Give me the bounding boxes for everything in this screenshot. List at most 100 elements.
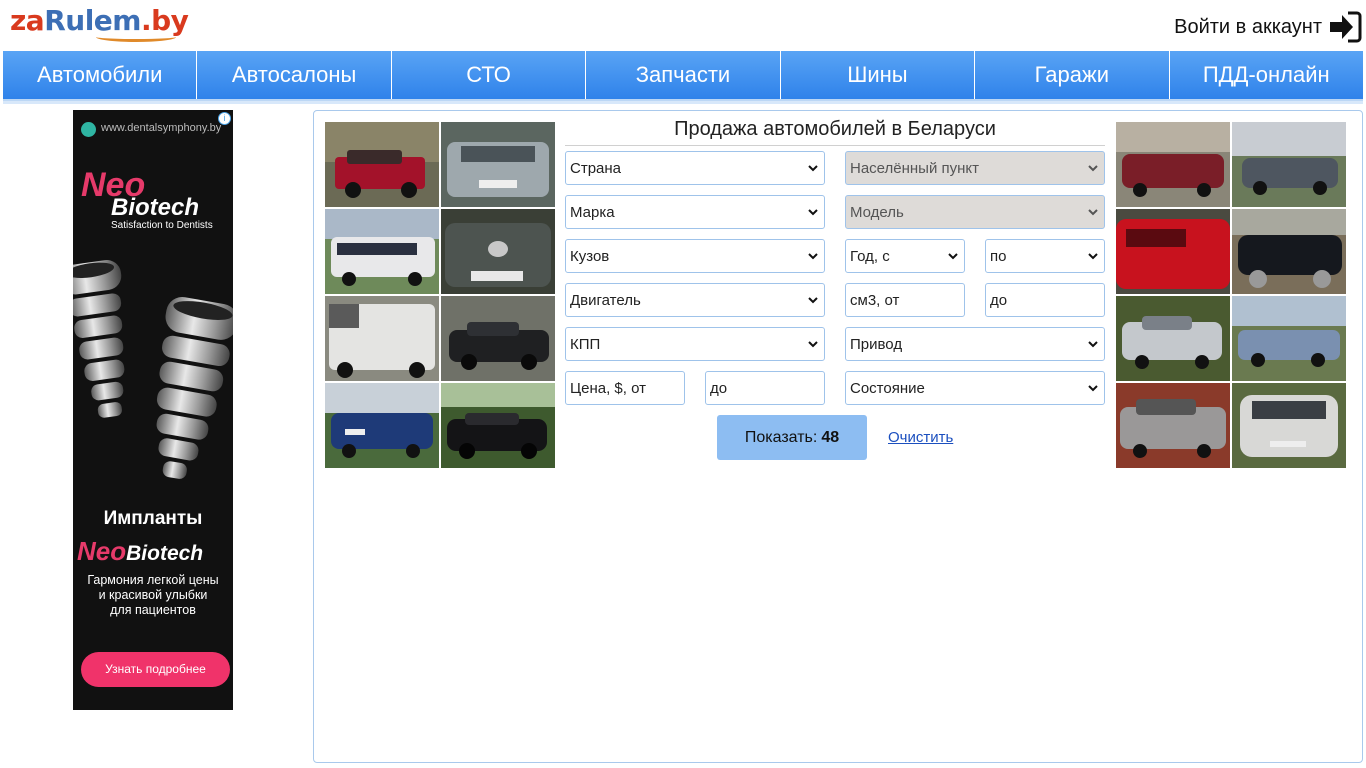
car-photo-icon	[441, 296, 555, 381]
nav-item-service[interactable]: СТО	[392, 51, 587, 99]
car-thumbnail[interactable]	[325, 122, 439, 207]
car-photo-icon	[325, 122, 439, 207]
clear-filters-link[interactable]: Очистить	[888, 429, 953, 446]
year-to-select[interactable]: по	[985, 239, 1105, 273]
car-thumbnail[interactable]	[325, 296, 439, 381]
car-photo-icon	[325, 209, 439, 294]
drive-select[interactable]: Привод	[845, 327, 1105, 361]
car-thumbnail[interactable]	[1116, 209, 1230, 294]
nav-item-traffic-rules[interactable]: ПДД-онлайн	[1170, 51, 1363, 99]
car-thumbnail[interactable]	[1232, 122, 1346, 207]
engine-cc-from-input[interactable]: см3, от	[845, 283, 965, 317]
car-thumbnail[interactable]	[441, 383, 555, 468]
car-thumbnail[interactable]	[1232, 296, 1346, 381]
car-thumbnail[interactable]	[325, 209, 439, 294]
car-photo-icon	[1232, 296, 1346, 381]
chevron-down-icon	[808, 296, 818, 303]
condition-select[interactable]: Состояние	[845, 371, 1105, 405]
main-nav: Автомобили Автосалоны СТО Запчасти Шины …	[3, 51, 1363, 101]
ad-tagline: Satisfaction to Dentists	[111, 220, 213, 231]
show-results-count: 48	[821, 428, 840, 446]
chevron-down-icon	[808, 208, 818, 215]
ad-brand2-biotech: Biotech	[126, 542, 204, 565]
car-thumbnail[interactable]	[1232, 209, 1346, 294]
chevron-down-icon	[808, 252, 818, 259]
country-select-value: Страна	[570, 159, 622, 177]
ad-banner[interactable]: www.dentalsymphony.by i Neo Biotech Sati…	[73, 110, 233, 710]
nav-item-tires[interactable]: Шины	[781, 51, 976, 99]
year-from-select[interactable]: Год, с	[845, 239, 965, 273]
nav-item-garages[interactable]: Гаражи	[975, 51, 1170, 99]
nav-item-dealers[interactable]: Автосалоны	[197, 51, 392, 99]
show-results-button[interactable]: Показать: 48	[717, 415, 867, 460]
login-link[interactable]: Войти в аккаунт	[1174, 10, 1362, 44]
brand-select[interactable]: Марка	[565, 195, 825, 229]
nav-item-cars[interactable]: Автомобили	[3, 51, 198, 99]
chevron-down-icon	[1088, 384, 1098, 391]
car-thumbnail[interactable]	[441, 296, 555, 381]
car-thumbnails-left	[325, 122, 555, 468]
car-photo-icon	[441, 209, 555, 294]
engine-cc-from-placeholder: см3, от	[850, 291, 900, 309]
drive-select-value: Привод	[850, 335, 903, 353]
car-photo-icon	[1232, 122, 1346, 207]
ad-info-icon[interactable]: i	[218, 112, 231, 125]
car-thumbnails-right	[1116, 122, 1346, 468]
ad-brand-second: NeoBiotech	[77, 536, 203, 567]
chevron-down-icon	[1088, 208, 1098, 215]
chevron-down-icon	[808, 164, 818, 171]
engine-cc-to-placeholder: до	[990, 291, 1008, 309]
ad-title: Импланты	[103, 508, 203, 529]
ad-description: Гармония легкой цены и красивой улыбки д…	[73, 573, 233, 618]
model-select-value: Модель	[850, 203, 904, 221]
chevron-down-icon	[1088, 164, 1098, 171]
car-thumbnail[interactable]	[441, 122, 555, 207]
nav-item-parts[interactable]: Запчасти	[586, 51, 781, 99]
engine-cc-to-input[interactable]: до	[985, 283, 1105, 317]
chevron-down-icon	[1088, 252, 1098, 259]
sign-in-icon	[1330, 11, 1362, 43]
car-photo-icon	[325, 296, 439, 381]
car-thumbnail[interactable]	[441, 209, 555, 294]
year-to-select-value: по	[990, 247, 1007, 265]
ad-brand2-neo: Neo	[77, 536, 127, 566]
price-to-input[interactable]: до	[705, 371, 825, 405]
chevron-down-icon	[1088, 340, 1098, 347]
ad-desc-line3: для пациентов	[110, 603, 196, 617]
price-from-input[interactable]: Цена, $, от	[565, 371, 685, 405]
car-thumbnail[interactable]	[325, 383, 439, 468]
engine-select-value: Двигатель	[570, 291, 641, 309]
car-thumbnail[interactable]	[1116, 122, 1230, 207]
car-photo-icon	[1116, 296, 1230, 381]
car-photo-icon	[325, 383, 439, 468]
ad-learn-more-button[interactable]: Узнать подробнее	[81, 652, 230, 687]
car-photo-icon	[1232, 383, 1346, 468]
car-thumbnail[interactable]	[1116, 296, 1230, 381]
login-label: Войти в аккаунт	[1174, 15, 1322, 38]
body-type-select[interactable]: Кузов	[565, 239, 825, 273]
ad-brand-biotech: Biotech	[111, 194, 200, 221]
body-type-select-value: Кузов	[570, 247, 610, 265]
ad-desc-line2: и красивой улыбки	[98, 588, 208, 602]
price-to-placeholder: до	[710, 379, 728, 397]
condition-select-value: Состояние	[850, 379, 925, 397]
year-from-select-value: Год, с	[850, 247, 890, 265]
model-select[interactable]: Модель	[845, 195, 1105, 229]
car-photo-icon	[1116, 383, 1230, 468]
gearbox-select[interactable]: КПП	[565, 327, 825, 361]
car-thumbnail[interactable]	[1116, 383, 1230, 468]
engine-select[interactable]: Двигатель	[565, 283, 825, 317]
car-photo-icon	[1232, 209, 1346, 294]
ad-url: www.dentalsymphony.by	[101, 122, 222, 134]
logo-swoosh	[96, 32, 176, 42]
car-thumbnail[interactable]	[1232, 383, 1346, 468]
ad-site-icon	[81, 122, 96, 137]
chevron-down-icon	[808, 340, 818, 347]
locality-select-value: Населённый пункт	[850, 159, 980, 177]
locality-select[interactable]: Населённый пункт	[845, 151, 1105, 185]
logo-part-za: za	[10, 4, 45, 37]
gearbox-select-value: КПП	[570, 335, 601, 353]
ad-desc-line1: Гармония легкой цены	[87, 573, 219, 587]
car-photo-icon	[1116, 209, 1230, 294]
country-select[interactable]: Страна	[565, 151, 825, 185]
